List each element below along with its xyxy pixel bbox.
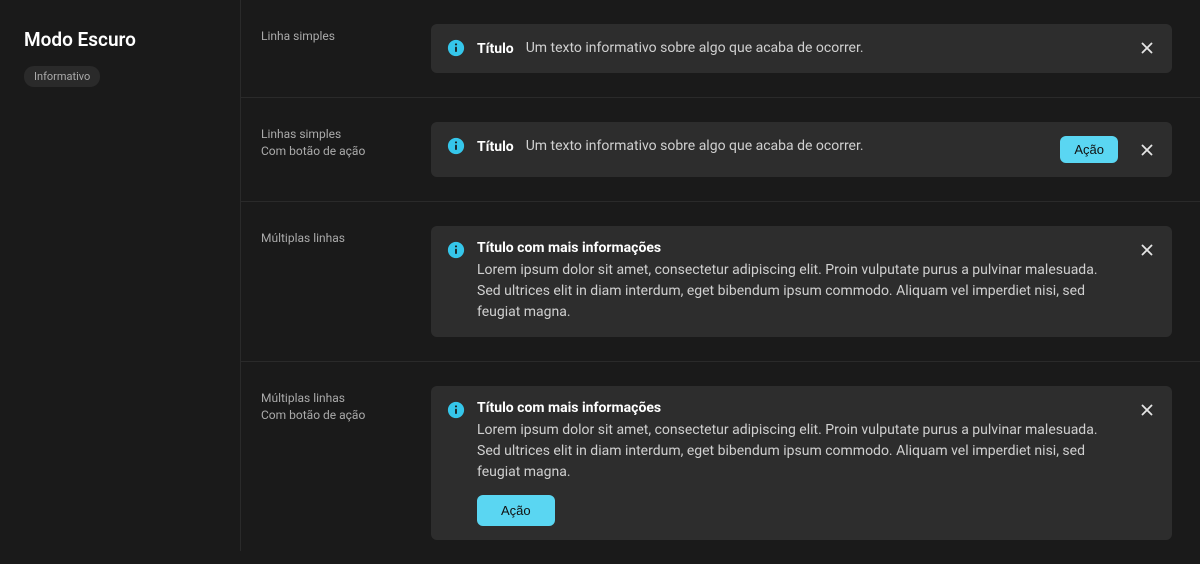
main-content: Linha simples Título Um texto informativ… — [240, 0, 1200, 551]
row-label-line2: Com botão de ação — [261, 143, 411, 160]
toast-title: Título — [477, 139, 514, 155]
close-icon[interactable] — [1138, 141, 1156, 159]
row-label-line1: Linhas simples — [261, 126, 411, 143]
toast-description: Um texto informativo sobre algo que acab… — [526, 38, 864, 59]
info-icon — [447, 241, 465, 259]
row-label: Linhas simples Com botão de ação — [261, 122, 411, 160]
toast-title: Título com mais informações — [477, 240, 1122, 256]
close-icon[interactable] — [1138, 241, 1156, 259]
sidebar: Modo Escuro Informativo — [0, 0, 240, 551]
info-icon — [447, 39, 465, 57]
toast-info: Título Um texto informativo sobre algo q… — [431, 122, 1172, 177]
toast-info: Título Um texto informativo sobre algo q… — [431, 24, 1172, 73]
close-icon[interactable] — [1138, 401, 1156, 419]
row-label-line1: Linha simples — [261, 29, 335, 43]
example-row: Linha simples Título Um texto informativ… — [241, 0, 1200, 98]
close-icon[interactable] — [1138, 39, 1156, 57]
example-row: Múltiplas linhas Com botão de ação Títul… — [241, 362, 1200, 564]
info-icon — [447, 137, 465, 155]
toast-description: Lorem ipsum dolor sit amet, consectetur … — [477, 260, 1122, 323]
example-row: Linhas simples Com botão de ação Título … — [241, 98, 1200, 202]
row-label-line1: Múltiplas linhas — [261, 231, 345, 245]
action-button[interactable]: Ação — [1060, 136, 1118, 163]
info-icon — [447, 401, 465, 419]
toast-description: Lorem ipsum dolor sit amet, consectetur … — [477, 420, 1122, 483]
row-label: Linha simples — [261, 24, 411, 45]
toast-title: Título — [477, 41, 514, 57]
row-label: Múltiplas linhas — [261, 226, 411, 247]
toast-description: Um texto informativo sobre algo que acab… — [526, 136, 864, 157]
category-badge: Informativo — [24, 66, 100, 87]
toast-info: Título com mais informações Lorem ipsum … — [431, 386, 1172, 540]
toast-info: Título com mais informações Lorem ipsum … — [431, 226, 1172, 337]
toast-title: Título com mais informações — [477, 400, 1122, 416]
row-label: Múltiplas linhas Com botão de ação — [261, 386, 411, 424]
page-title: Modo Escuro — [24, 28, 216, 51]
row-label-line2: Com botão de ação — [261, 407, 411, 424]
action-button[interactable]: Ação — [477, 495, 555, 526]
example-row: Múltiplas linhas Título com mais informa… — [241, 202, 1200, 362]
row-label-line1: Múltiplas linhas — [261, 390, 411, 407]
